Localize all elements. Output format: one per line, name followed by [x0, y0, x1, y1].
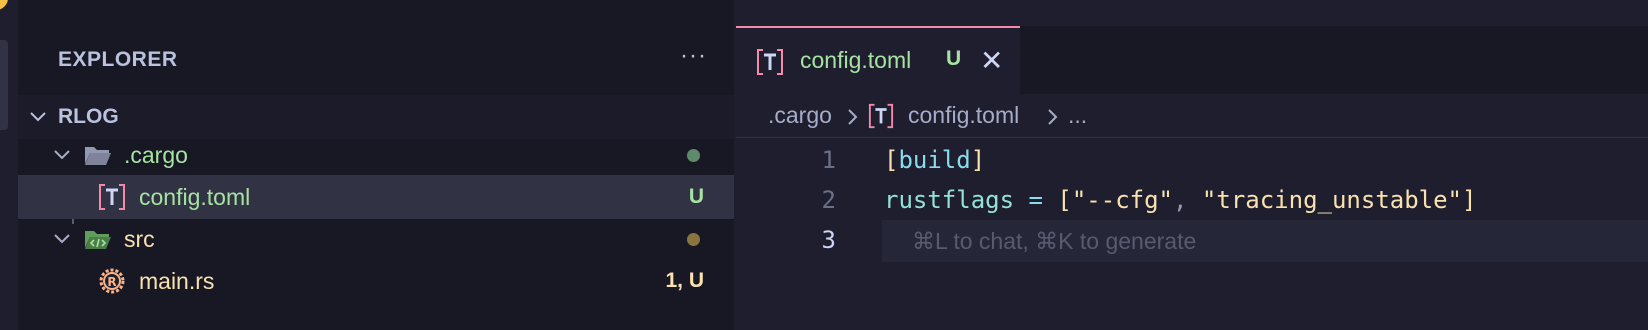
git-status-badge: U — [688, 185, 704, 208]
breadcrumb-item-cargo[interactable]: .cargo — [768, 102, 832, 129]
code-token: build — [898, 146, 971, 174]
code-token: ] — [970, 146, 986, 174]
code-token: , — [1173, 186, 1202, 214]
tree-item-src-folder[interactable]: src — [18, 217, 734, 261]
app-window: EXPLORER ··· RLOG .cargo config.toml U s… — [0, 0, 1648, 330]
explorer-title: EXPLORER — [58, 48, 178, 71]
breadcrumb-divider — [736, 137, 1648, 138]
tree-item-label: config.toml — [139, 184, 251, 210]
folder-src-icon — [85, 231, 111, 249]
rust-file-icon: R — [99, 268, 125, 294]
tab-config-toml[interactable]: config.toml U ✕ — [736, 26, 1020, 94]
chevron-down-icon — [54, 234, 70, 244]
toml-file-icon — [99, 184, 125, 210]
code-line-current[interactable]: 3 ⌘L to chat, ⌘K to generate — [736, 220, 1648, 262]
git-status-badge: 1, U — [665, 269, 704, 292]
toml-file-icon — [868, 103, 894, 129]
tree-item-main-rs[interactable]: R main.rs 1, U — [18, 259, 734, 303]
line-number: 3 — [821, 226, 836, 254]
minimize-window-button[interactable] — [0, 0, 8, 10]
code-token: [ — [884, 146, 899, 174]
code-token: = — [1014, 186, 1058, 214]
tree-item-cargo-folder[interactable]: .cargo — [18, 133, 734, 177]
code-line[interactable]: 2 rustflags = ["--cfg", "tracing_unstabl… — [736, 180, 1648, 222]
tree-item-config-toml[interactable]: config.toml U — [18, 175, 734, 219]
svg-text:R: R — [107, 275, 116, 289]
chevron-down-icon — [54, 150, 70, 160]
modified-dot-indicator — [687, 149, 700, 162]
code-token: "--cfg" — [1071, 186, 1174, 214]
inline-ai-hint: ⌘L to chat, ⌘K to generate — [912, 228, 1197, 254]
tab-label: config.toml — [800, 47, 912, 73]
chevron-right-icon — [1048, 109, 1058, 125]
chevron-right-icon — [848, 109, 858, 125]
explorer-header: EXPLORER ··· — [18, 36, 734, 88]
code-token: rustflags — [884, 186, 1015, 214]
breadcrumb-item-symbols[interactable]: ... — [1068, 102, 1087, 129]
line-content: rustflags = ["--cfg", "tracing_unstable"… — [884, 186, 1476, 214]
breadcrumb-item-config-toml[interactable]: config.toml — [908, 102, 1019, 129]
tree-item-label: main.rs — [139, 268, 215, 294]
line-content: [build] — [884, 146, 985, 174]
explorer-sidebar: EXPLORER ··· RLOG .cargo config.toml U s… — [18, 0, 734, 330]
close-icon[interactable]: ✕ — [980, 44, 1003, 77]
tree-item-label: src — [124, 226, 155, 252]
tab-git-status: U — [946, 47, 962, 70]
folder-open-icon — [85, 147, 111, 165]
editor-area: config.toml U ✕ .cargo config.toml ... 1… — [736, 0, 1648, 330]
tab-bar: config.toml U ✕ — [736, 26, 1648, 94]
code-token: [ — [1057, 186, 1072, 214]
line-number: 2 — [821, 186, 836, 214]
line-number: 1 — [821, 146, 836, 174]
code-line[interactable]: 1 [build] — [736, 140, 1648, 182]
toml-file-icon — [757, 49, 783, 75]
modified-dot-indicator — [687, 233, 700, 246]
chevron-down-icon — [30, 112, 46, 122]
more-actions-button[interactable]: ··· — [680, 42, 707, 70]
activity-bar-indicator — [0, 40, 8, 130]
tree-item-label: .cargo — [124, 142, 188, 168]
workspace-root-label: RLOG — [58, 105, 119, 128]
code-token: "tracing_unstable" — [1201, 186, 1463, 214]
code-token: ] — [1462, 186, 1477, 214]
